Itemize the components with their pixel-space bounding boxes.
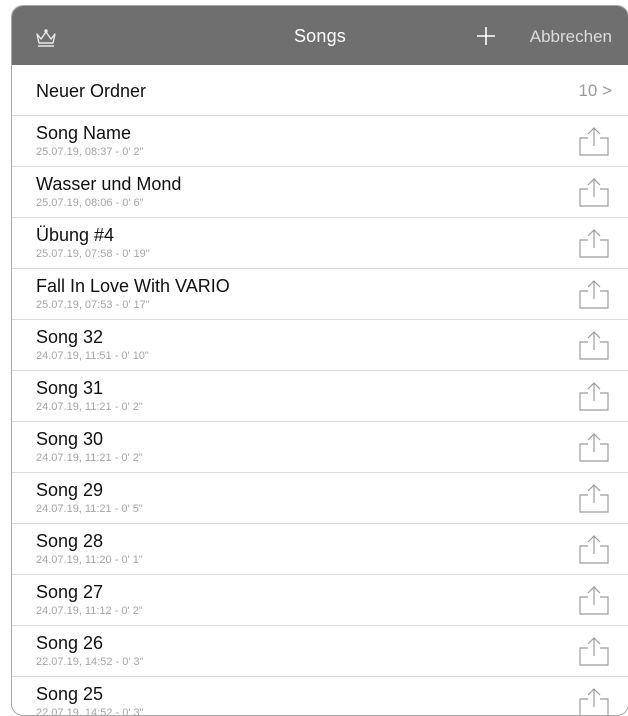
folder-count: 10 > xyxy=(578,81,612,100)
share-icon[interactable] xyxy=(577,431,611,463)
share-icon[interactable] xyxy=(577,584,611,616)
song-title: Wasser und Mond xyxy=(36,174,182,194)
song-title: Song 26 xyxy=(36,633,104,653)
song-meta: 24.07.19, 11:21 - 0' 5" xyxy=(36,503,143,515)
song-meta: 22.07.19, 14:52 - 0' 3" xyxy=(36,656,144,668)
song-title: Song 31 xyxy=(36,378,104,398)
app-window: Songs Abbrechen Neuer Ordner 10 > Song N… xyxy=(11,5,628,716)
song-list: Song Name 25.07.19, 08:37 - 0' 2" Wasser u… xyxy=(12,116,628,715)
song-title: Song 30 xyxy=(36,429,104,449)
cancel-button[interactable]: Abbrechen xyxy=(530,27,612,47)
song-meta: 25.07.19, 08:37 - 0' 2" xyxy=(36,146,144,158)
song-meta: 25.07.19, 07:53 - 0' 17" xyxy=(36,299,150,311)
song-row[interactable]: Wasser und Mond 25.07.19, 08:06 - 0' 6" xyxy=(12,167,628,218)
navigation-bar: Songs Abbrechen xyxy=(12,6,628,65)
song-row[interactable]: Song Name 25.07.19, 08:37 - 0' 2" xyxy=(12,116,628,167)
song-meta: 24.07.19, 11:21 - 0' 2" xyxy=(36,401,143,413)
song-row[interactable]: Song 32 24.07.19, 11:51 - 0' 10" xyxy=(12,320,628,371)
song-title: Fall In Love With VARIO xyxy=(36,276,230,296)
share-icon[interactable] xyxy=(577,533,611,565)
share-icon[interactable] xyxy=(577,227,611,259)
song-row[interactable]: Song 28 24.07.19, 11:20 - 0' 1" xyxy=(12,524,628,575)
song-row[interactable]: Song 26 22.07.19, 14:52 - 0' 3" xyxy=(12,626,628,677)
share-icon[interactable] xyxy=(577,482,611,514)
song-row[interactable]: Song 25 22.07.19, 14:52 - 0' 3" xyxy=(12,677,628,715)
folder-row[interactable]: Neuer Ordner 10 > xyxy=(12,65,628,116)
song-row[interactable]: Fall In Love With VARIO 25.07.19, 07:53 -… xyxy=(12,269,628,320)
share-icon[interactable] xyxy=(577,380,611,412)
song-title: Song Name xyxy=(36,123,132,143)
song-title: Song 32 xyxy=(36,327,104,347)
share-icon[interactable] xyxy=(577,176,611,208)
song-meta: 24.07.19, 11:12 - 0' 2" xyxy=(36,605,143,617)
add-button[interactable] xyxy=(476,26,496,46)
song-meta: 25.07.19, 08:06 - 0' 6" xyxy=(36,197,144,209)
song-title: Übung #4 xyxy=(36,225,115,245)
song-meta: 25.07.19, 07:58 - 0' 19" xyxy=(36,248,150,260)
folder-name: Neuer Ordner xyxy=(36,81,147,101)
share-icon[interactable] xyxy=(577,635,611,667)
song-row[interactable]: Übung #4 25.07.19, 07:58 - 0' 19" xyxy=(12,218,628,269)
song-row[interactable]: Song 31 24.07.19, 11:21 - 0' 2" xyxy=(12,371,628,422)
song-meta: 24.07.19, 11:20 - 0' 1" xyxy=(36,554,143,566)
share-icon[interactable] xyxy=(577,329,611,361)
song-row[interactable]: Song 27 24.07.19, 11:12 - 0' 2" xyxy=(12,575,628,626)
share-icon[interactable] xyxy=(577,125,611,157)
song-title: Song 29 xyxy=(36,480,104,500)
share-icon[interactable] xyxy=(577,686,611,715)
song-title: Song 28 xyxy=(36,531,104,551)
song-title: Song 27 xyxy=(36,582,104,602)
song-row[interactable]: Song 30 24.07.19, 11:21 - 0' 2" xyxy=(12,422,628,473)
song-row[interactable]: Song 29 24.07.19, 11:21 - 0' 5" xyxy=(12,473,628,524)
song-meta: 24.07.19, 11:21 - 0' 2" xyxy=(36,452,143,464)
song-meta: 24.07.19, 11:51 - 0' 10" xyxy=(36,350,149,362)
share-icon[interactable] xyxy=(577,278,611,310)
song-title: Song 25 xyxy=(36,684,104,704)
